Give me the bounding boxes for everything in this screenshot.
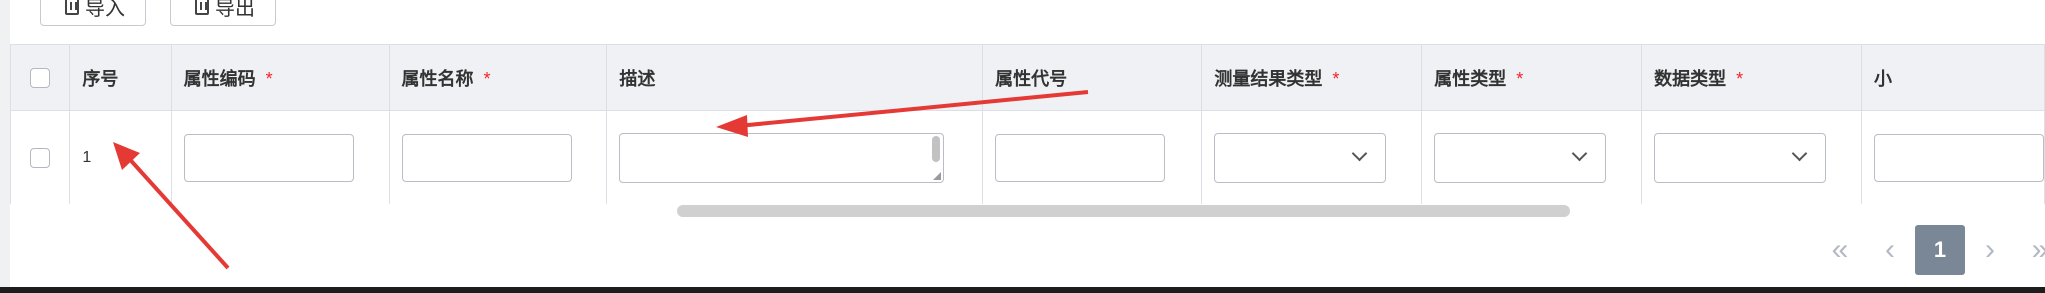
- attribute-table: 序号 属性编码 * 属性名称 * 描述 属性代号 测量结果类型 * 属性类型 * 数据类…: [10, 44, 2045, 204]
- select-all-cell: [10, 44, 71, 111]
- column-label: 序号: [82, 68, 119, 89]
- table-header-row: 序号 属性编码 * 属性名称 * 描述 属性代号 测量结果类型 * 属性类型 * 数据类…: [10, 44, 2045, 111]
- import-button[interactable]: 导入: [40, 0, 146, 26]
- chevron-left-icon[interactable]: ‹: [1875, 225, 1905, 275]
- column-label: 属性名称: [401, 68, 474, 89]
- required-marker: *: [1516, 68, 1524, 89]
- chevron-down-icon: [1352, 145, 1368, 162]
- bottom-border: [0, 287, 2045, 293]
- resize-handle-icon[interactable]: [933, 172, 942, 180]
- column-label: 属性编码: [183, 68, 256, 89]
- required-marker: *: [483, 68, 491, 89]
- chevron-right-icon[interactable]: ›: [1975, 225, 2005, 275]
- chevron-down-icon: [1571, 145, 1588, 162]
- import-label: 导入: [85, 0, 125, 20]
- data-type-select[interactable]: [1654, 133, 1827, 183]
- required-marker: *: [1736, 68, 1744, 89]
- column-header-description: 描述: [606, 44, 984, 111]
- file-icon: [65, 0, 79, 15]
- measurement-result-type-select[interactable]: [1214, 133, 1387, 183]
- attribute-code-cell: [170, 110, 390, 204]
- attribute-symbol-cell: [982, 110, 1203, 204]
- table-row: 1: [10, 110, 2045, 204]
- attribute-symbol-input[interactable]: [995, 134, 1166, 182]
- attribute-name-cell: [388, 110, 608, 204]
- file-icon: [195, 0, 209, 15]
- column-header-measurement-result-type: 测量结果类型 *: [1201, 44, 1423, 111]
- page-button-current[interactable]: 1: [1915, 225, 1965, 275]
- column-label: 属性代号: [995, 68, 1068, 89]
- column-header-attribute-name: 属性名称 *: [388, 44, 608, 111]
- attribute-type-select[interactable]: [1434, 133, 1607, 183]
- chevron-down-icon: [1791, 145, 1808, 162]
- attribute-name-input[interactable]: [401, 134, 572, 182]
- truncated-cell: [1860, 110, 2045, 204]
- required-marker: *: [265, 68, 273, 89]
- column-header-index: 序号: [69, 44, 172, 111]
- required-marker: *: [1332, 68, 1340, 89]
- column-header-data-type: 数据类型 *: [1641, 44, 1862, 111]
- row-index: 1: [82, 149, 92, 166]
- export-button[interactable]: 导出: [170, 0, 276, 26]
- row-select-cell: [10, 110, 71, 204]
- textarea-scrollbar[interactable]: [932, 136, 941, 162]
- row-checkbox[interactable]: [30, 148, 51, 168]
- table-horizontal-scrollbar[interactable]: [677, 205, 1570, 217]
- left-panel-edge: [0, 0, 10, 293]
- description-textarea[interactable]: [619, 133, 945, 183]
- column-header-attribute-type: 属性类型 *: [1421, 44, 1643, 111]
- column-header-truncated: 小: [1860, 44, 2045, 111]
- column-label: 小: [1873, 68, 1892, 89]
- column-label: 属性类型: [1434, 68, 1507, 89]
- attribute-code-input[interactable]: [183, 134, 354, 182]
- column-label: 数据类型: [1654, 68, 1727, 89]
- column-label: 测量结果类型: [1214, 68, 1323, 89]
- attribute-type-cell: [1421, 110, 1643, 204]
- column-header-attribute-symbol: 属性代号: [982, 44, 1203, 111]
- double-chevron-left-icon[interactable]: «: [1825, 225, 1855, 275]
- data-type-cell: [1641, 110, 1862, 204]
- description-cell: [606, 110, 984, 204]
- export-label: 导出: [215, 0, 255, 20]
- measurement-result-type-cell: [1201, 110, 1423, 204]
- row-index-cell: 1: [69, 110, 172, 204]
- column-header-attribute-code: 属性编码 *: [170, 44, 390, 111]
- select-all-checkbox[interactable]: [30, 68, 51, 89]
- column-label: 描述: [619, 68, 656, 89]
- truncated-input[interactable]: [1873, 134, 2044, 182]
- double-chevron-right-icon[interactable]: »: [2025, 225, 2045, 275]
